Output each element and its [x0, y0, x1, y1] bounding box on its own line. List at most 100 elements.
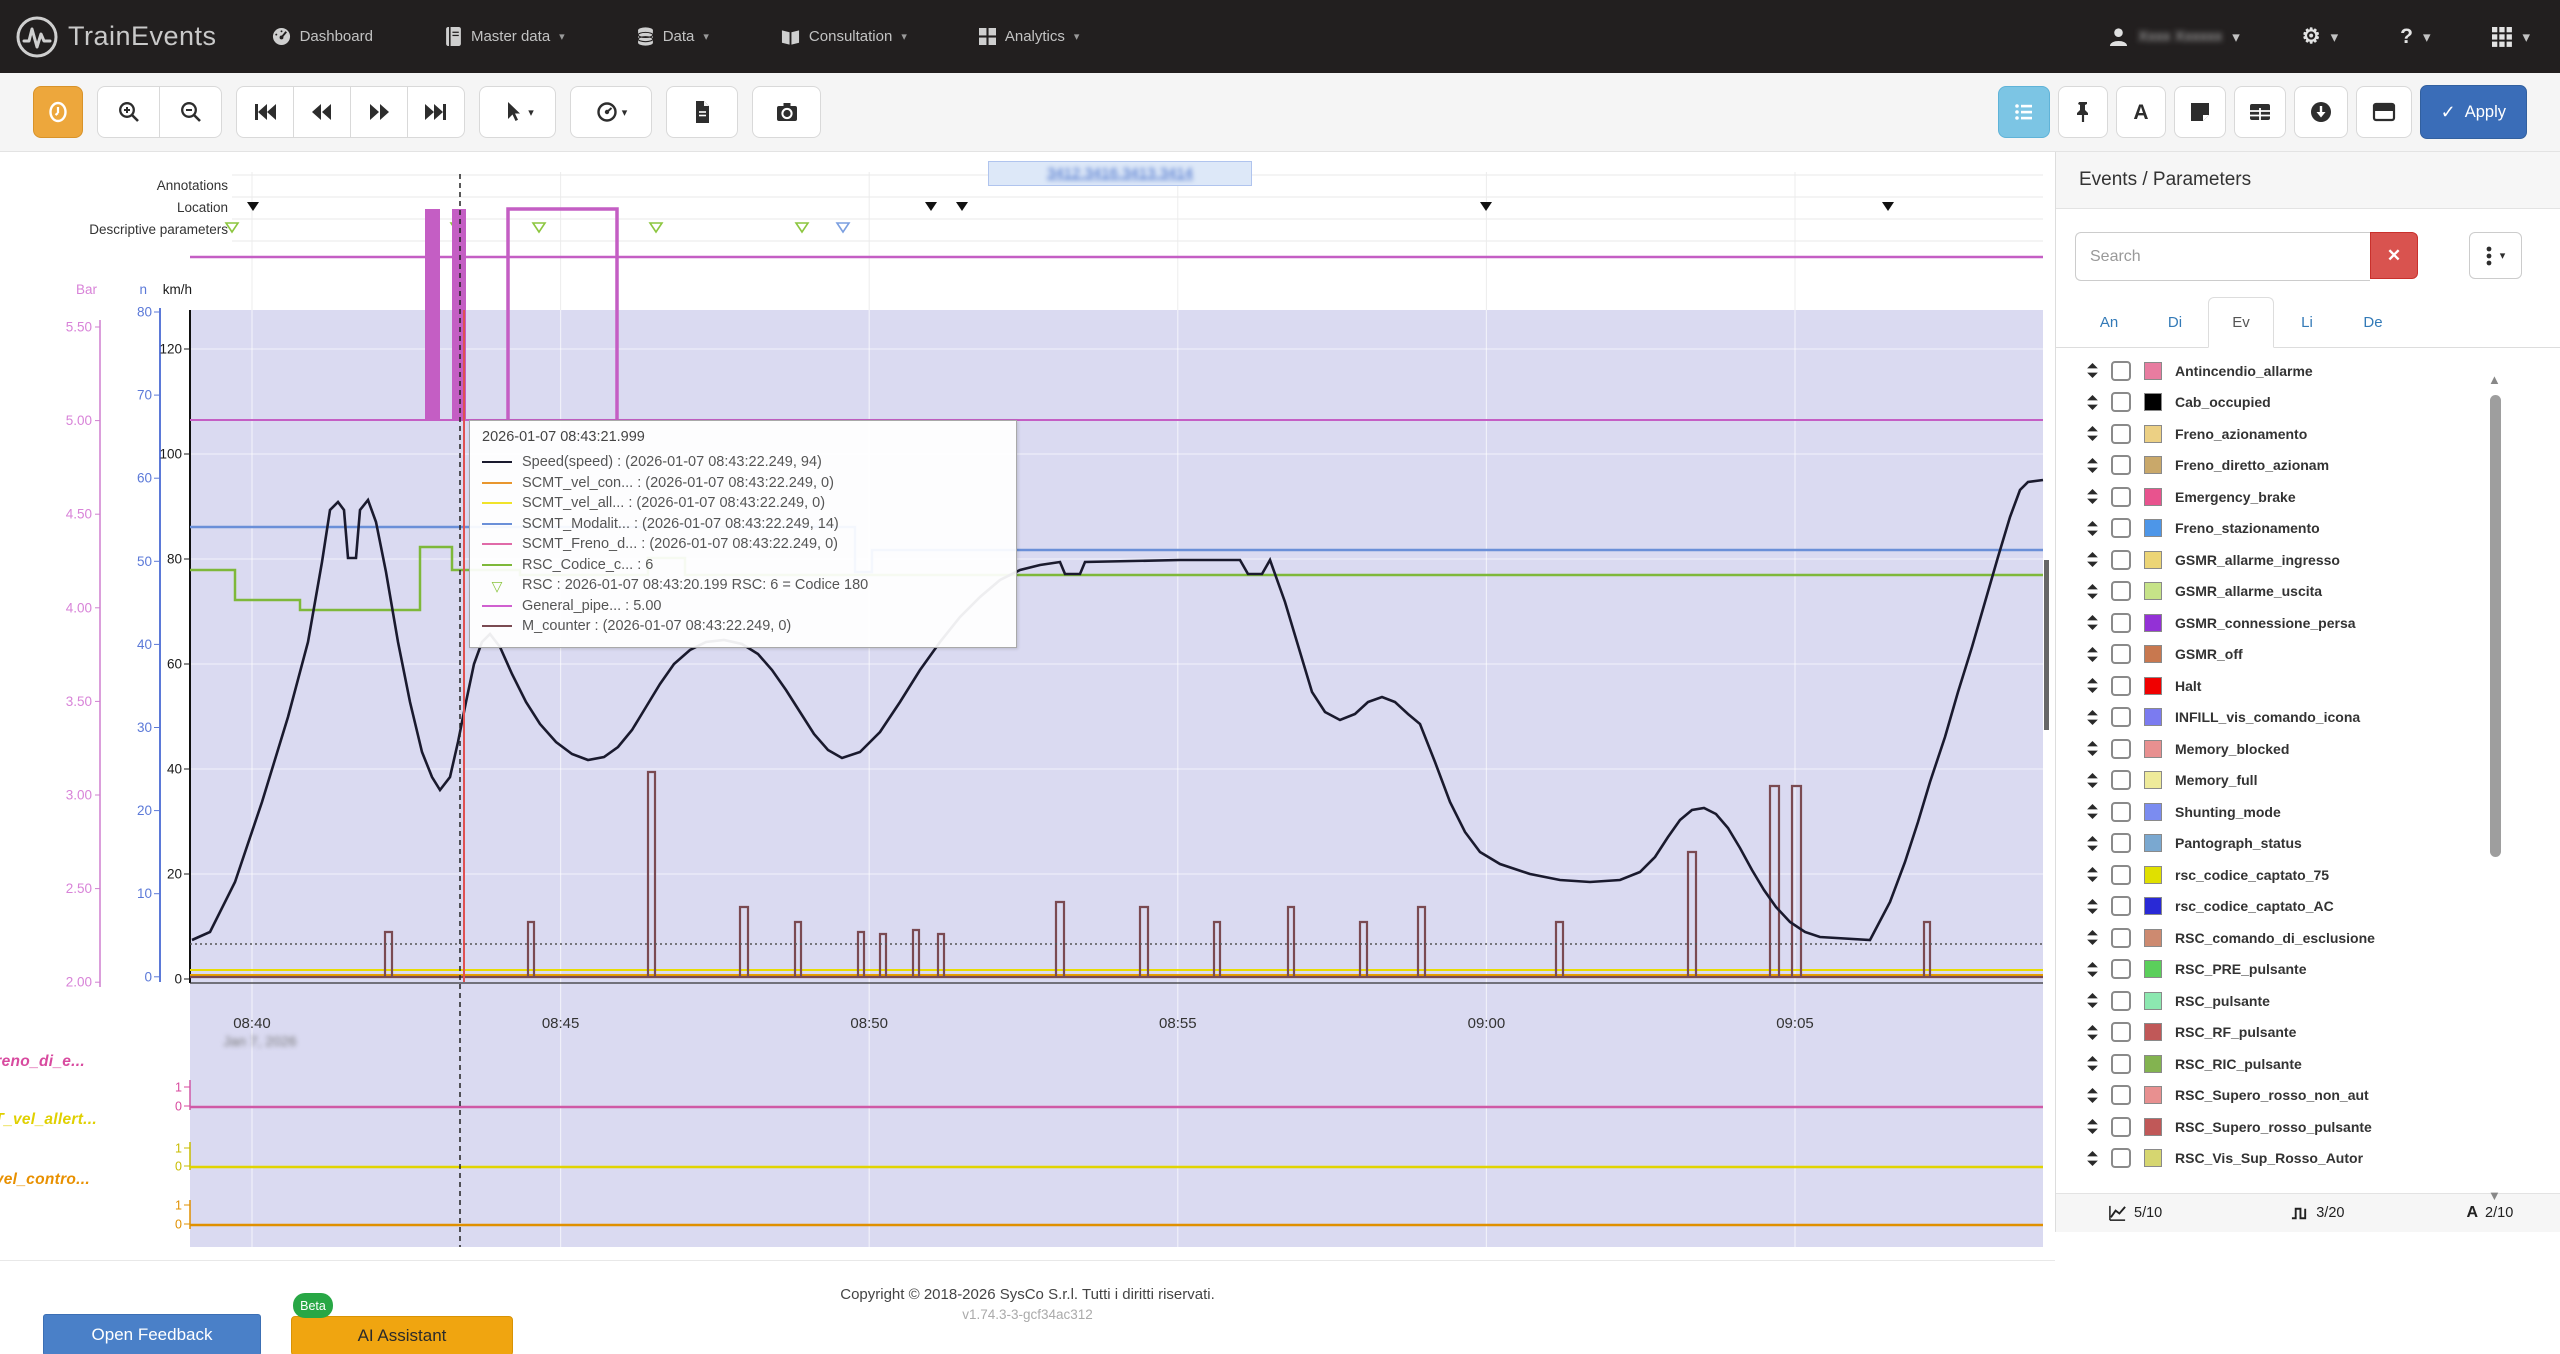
event-item[interactable]: rsc_codice_captato_75	[2056, 859, 2560, 891]
location-markers[interactable]	[247, 202, 1894, 211]
settings-menu[interactable]: ⚙ ▾	[2302, 24, 2338, 49]
sort-handle-icon[interactable]	[2087, 1025, 2098, 1040]
event-checkbox[interactable]	[2111, 1085, 2131, 1105]
panel-layout-button[interactable]	[2356, 86, 2412, 138]
zoom-in-button[interactable]	[97, 86, 160, 138]
event-checkbox[interactable]	[2111, 865, 2131, 885]
descriptive-markers[interactable]	[226, 223, 808, 232]
event-item[interactable]: INFILL_vis_comando_icona	[2056, 702, 2560, 734]
time-mode-button[interactable]	[33, 86, 83, 138]
event-item[interactable]: RSC_RIC_pulsante	[2056, 1048, 2560, 1080]
nav-analytics[interactable]: Analytics ▾	[979, 28, 1080, 45]
sort-handle-icon[interactable]	[2087, 710, 2098, 725]
event-item[interactable]: Memory_blocked	[2056, 733, 2560, 765]
event-checkbox[interactable]	[2111, 928, 2131, 948]
event-checkbox[interactable]	[2111, 518, 2131, 538]
tab-de[interactable]: De	[2340, 297, 2406, 348]
brand[interactable]: TrainEvents	[14, 14, 217, 60]
nav-consultation[interactable]: Consultation ▾	[781, 28, 907, 46]
sort-handle-icon[interactable]	[2087, 1151, 2098, 1166]
descriptive-marker-blue[interactable]	[837, 223, 849, 232]
sort-handle-icon[interactable]	[2087, 647, 2098, 662]
sort-handle-icon[interactable]	[2087, 773, 2098, 788]
apply-button[interactable]: ✓ Apply	[2420, 85, 2527, 139]
step-forward-button[interactable]	[350, 86, 408, 138]
event-item[interactable]: RSC_Supero_rosso_non_aut	[2056, 1080, 2560, 1112]
sort-handle-icon[interactable]	[2087, 1119, 2098, 1134]
nav-dashboard[interactable]: Dashboard	[272, 27, 373, 46]
font-button[interactable]: A	[2116, 86, 2166, 138]
search-input[interactable]	[2075, 232, 2370, 281]
chart-area[interactable]: Annotations Location Descriptive paramet…	[0, 152, 2055, 1261]
event-item[interactable]: RSC_RF_pulsante	[2056, 1017, 2560, 1049]
event-checkbox[interactable]	[2111, 424, 2131, 444]
help-menu[interactable]: ? ▾	[2400, 25, 2430, 49]
event-checkbox[interactable]	[2111, 1148, 2131, 1168]
sort-handle-icon[interactable]	[2087, 899, 2098, 914]
event-checkbox[interactable]	[2111, 550, 2131, 570]
note-button[interactable]	[2174, 86, 2226, 138]
event-item[interactable]: Freno_stazionamento	[2056, 513, 2560, 545]
event-checkbox[interactable]	[2111, 613, 2131, 633]
sort-handle-icon[interactable]	[2087, 836, 2098, 851]
legend-list-button[interactable]	[1998, 86, 2050, 138]
event-item[interactable]: rsc_codice_captato_AC	[2056, 891, 2560, 923]
event-item[interactable]: GSMR_allarme_uscita	[2056, 576, 2560, 608]
ai-assistant-button[interactable]: AI Assistant	[291, 1316, 513, 1354]
step-back-button[interactable]	[293, 86, 351, 138]
chart-drag-handle[interactable]	[2044, 560, 2049, 730]
event-checkbox[interactable]	[2111, 833, 2131, 853]
display-options-button[interactable]: ▾	[570, 86, 652, 138]
tab-ev[interactable]: Ev	[2208, 297, 2274, 348]
cursor-mode-button[interactable]: ▾	[479, 86, 556, 138]
event-item[interactable]: Cab_occupied	[2056, 387, 2560, 419]
event-checkbox[interactable]	[2111, 1022, 2131, 1042]
event-item[interactable]: RSC_Supero_rosso_pulsante	[2056, 1111, 2560, 1143]
event-checkbox[interactable]	[2111, 770, 2131, 790]
event-checkbox[interactable]	[2111, 455, 2131, 475]
sort-handle-icon[interactable]	[2087, 741, 2098, 756]
event-checkbox[interactable]	[2111, 991, 2131, 1011]
event-checkbox[interactable]	[2111, 802, 2131, 822]
list-options-button[interactable]: ▾	[2469, 232, 2522, 279]
event-item[interactable]: Antincendio_allarme	[2056, 355, 2560, 387]
sort-handle-icon[interactable]	[2087, 552, 2098, 567]
table-button[interactable]	[2234, 86, 2286, 138]
event-item[interactable]: RSC_comando_di_esclusione	[2056, 922, 2560, 954]
event-checkbox[interactable]	[2111, 959, 2131, 979]
event-checkbox[interactable]	[2111, 361, 2131, 381]
event-item[interactable]: RSC_pulsante	[2056, 985, 2560, 1017]
event-checkbox[interactable]	[2111, 644, 2131, 664]
sort-handle-icon[interactable]	[2087, 521, 2098, 536]
zoom-out-button[interactable]	[159, 86, 222, 138]
sort-handle-icon[interactable]	[2087, 426, 2098, 441]
sort-handle-icon[interactable]	[2087, 867, 2098, 882]
event-item[interactable]: Pantograph_status	[2056, 828, 2560, 860]
timeseries-chart[interactable]: Annotations Location Descriptive paramet…	[0, 152, 2055, 1260]
event-item[interactable]: Freno_diretto_azionam	[2056, 450, 2560, 482]
clear-search-button[interactable]: ✕	[2370, 232, 2418, 279]
event-checkbox[interactable]	[2111, 1117, 2131, 1137]
event-item[interactable]: Freno_azionamento	[2056, 418, 2560, 450]
apps-menu[interactable]: ▾	[2492, 27, 2530, 47]
event-checkbox[interactable]	[2111, 896, 2131, 916]
nav-master-data[interactable]: Master data ▾	[445, 27, 565, 46]
tab-li[interactable]: Li	[2274, 297, 2340, 348]
sort-handle-icon[interactable]	[2087, 584, 2098, 599]
event-checkbox[interactable]	[2111, 581, 2131, 601]
event-item[interactable]: GSMR_connessione_persa	[2056, 607, 2560, 639]
event-item[interactable]: Halt	[2056, 670, 2560, 702]
event-item[interactable]: GSMR_allarme_ingresso	[2056, 544, 2560, 576]
train-reference-link[interactable]: 3412.3416.3413.3414	[988, 161, 1252, 186]
event-checkbox[interactable]	[2111, 739, 2131, 759]
sort-handle-icon[interactable]	[2087, 678, 2098, 693]
sort-handle-icon[interactable]	[2087, 395, 2098, 410]
download-button[interactable]	[2294, 86, 2348, 138]
tab-di[interactable]: Di	[2142, 297, 2208, 348]
sort-handle-icon[interactable]	[2087, 1088, 2098, 1103]
event-item[interactable]: Emergency_brake	[2056, 481, 2560, 513]
scroll-up-icon[interactable]: ▲	[2488, 372, 2501, 387]
nav-data[interactable]: Data ▾	[637, 27, 709, 46]
pin-button[interactable]	[2058, 86, 2108, 138]
tab-an[interactable]: An	[2076, 297, 2142, 348]
